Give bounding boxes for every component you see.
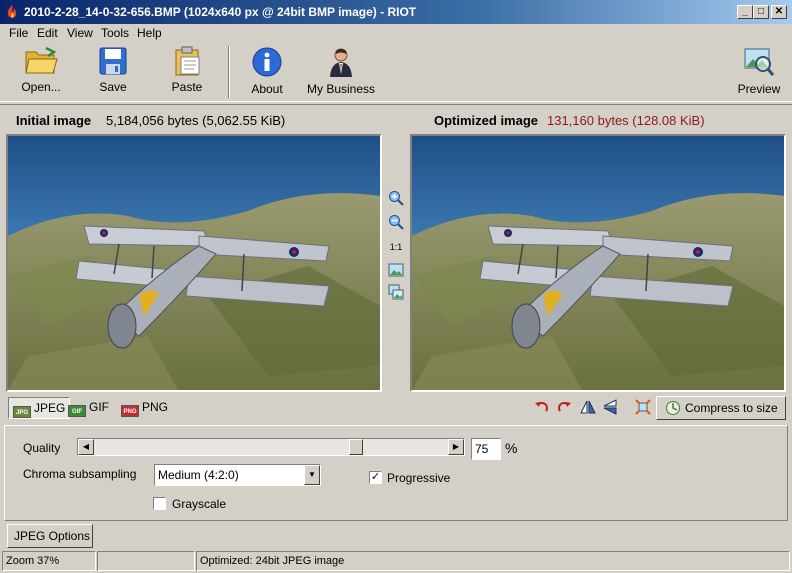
rotate-left-icon[interactable] [533,399,551,417]
slider-right-arrow-icon[interactable]: ▶ [448,439,464,455]
percent-sign: % [505,440,518,456]
status-message: Optimized: 24bit JPEG image [196,551,790,571]
rotate-right-icon[interactable] [555,399,573,417]
gif-icon: GIF [68,405,86,417]
preview-button[interactable]: Preview [734,44,784,100]
preview-magnifier-icon [744,48,775,76]
resize-icon[interactable] [634,399,652,417]
folder-open-icon [25,46,58,74]
app-icon [7,5,17,18]
fit-image-icon[interactable] [387,262,405,280]
toolbar-separator [228,46,230,98]
format-tab-gif-label: GIF [89,400,109,414]
initial-image-label: Initial image [16,113,92,128]
optimized-image-size: 131,160 bytes (128.08 KiB) [547,113,705,128]
format-tab-png[interactable]: PNG PNG [117,397,172,419]
save-button[interactable]: Save [90,44,136,100]
quality-label: Quality [23,441,61,455]
format-tab-jpeg[interactable]: JPG JPEG [8,397,71,419]
title-bar: 2010-2-28_14-0-32-656.BMP (1024x640 px @… [0,0,792,24]
open-label: Open... [21,80,61,94]
about-button[interactable]: About [244,44,290,100]
preview-label: Preview [737,82,781,96]
status-zoom: Zoom 37% [2,551,96,571]
compress-icon [666,401,680,415]
format-bar: JPG JPEG GIF GIF PNG PNG Compress to size [0,395,792,421]
flip-vertical-icon[interactable] [601,399,619,417]
optimized-image-pane[interactable] [410,134,786,392]
save-label: Save [99,80,127,94]
chroma-subsampling-value: Medium (4:2:0) [158,468,239,482]
quality-slider[interactable]: ◀ ▶ [77,438,465,456]
zoom-out-icon[interactable] [387,214,405,232]
png-icon: PNG [121,405,139,417]
window-title: 2010-2-28_14-0-32-656.BMP (1024x640 px @… [24,5,417,19]
menu-bar: File Edit View Tools Help [0,24,792,42]
format-tab-jpeg-label: JPEG [34,401,66,415]
biplane-photo-optimized [412,136,784,390]
zoom-actual-size-button[interactable]: 1:1 [387,240,405,258]
tab-jpeg-options[interactable]: JPEG Options [7,524,93,548]
menu-help[interactable]: Help [137,26,162,40]
chevron-down-icon[interactable]: ▼ [304,465,320,485]
flip-horizontal-icon[interactable] [579,399,597,417]
zoom-in-icon[interactable] [387,190,405,208]
compress-to-size-label: Compress to size [685,401,778,415]
menu-edit[interactable]: Edit [37,26,58,40]
jpeg-icon: JPG [13,406,31,418]
initial-image-pane[interactable] [6,134,382,392]
optimized-image-label: Optimized image [434,113,539,128]
businessman-icon [330,48,352,77]
jpeg-options-panel: Quality ◀ ▶ 75 % Chroma subsampling Medi… [4,425,788,521]
quality-slider-thumb[interactable] [349,439,363,455]
paste-label: Paste [171,80,203,94]
status-middle [97,551,195,571]
compare-images-icon[interactable] [387,284,405,302]
quality-input[interactable]: 75 [471,438,501,460]
close-button[interactable]: ✕ [771,5,787,19]
progressive-checkbox[interactable]: ✓ [369,471,382,484]
paste-button[interactable]: Paste [162,44,212,100]
menu-view[interactable]: View [67,26,93,40]
grayscale-checkbox[interactable] [153,497,166,510]
grayscale-label: Grayscale [172,497,227,511]
format-tab-gif[interactable]: GIF GIF [64,397,113,419]
chroma-subsampling-label: Chroma subsampling [23,467,137,481]
info-icon [252,47,282,77]
status-bar: Zoom 37% Optimized: 24bit JPEG image [0,551,792,573]
my-business-button[interactable]: My Business [304,44,378,100]
open-button[interactable]: Open... [10,44,72,100]
format-tab-png-label: PNG [142,400,169,414]
compress-to-size-button[interactable]: Compress to size [656,396,786,420]
menu-tools[interactable]: Tools [101,26,129,40]
image-info-bar: Initial image 5,184,056 bytes (5,062.55 … [0,104,792,132]
my-business-label: My Business [306,82,376,96]
menu-file[interactable]: File [9,26,28,40]
floppy-disk-icon [99,47,127,75]
biplane-photo-initial [8,136,380,390]
chroma-subsampling-select[interactable]: Medium (4:2:0) ▼ [154,464,321,486]
toolbar: Open... Save Paste About My Business Pre… [0,42,792,102]
progressive-label: Progressive [387,471,451,485]
clipboard-icon [175,46,200,76]
maximize-button[interactable]: □ [753,5,769,19]
about-label: About [251,82,283,96]
slider-left-arrow-icon[interactable]: ◀ [78,439,94,455]
initial-image-size: 5,184,056 bytes (5,062.55 KiB) [106,113,286,128]
minimize-button[interactable]: _ [737,5,753,19]
zoom-toolbar: 1:1 [384,134,408,392]
